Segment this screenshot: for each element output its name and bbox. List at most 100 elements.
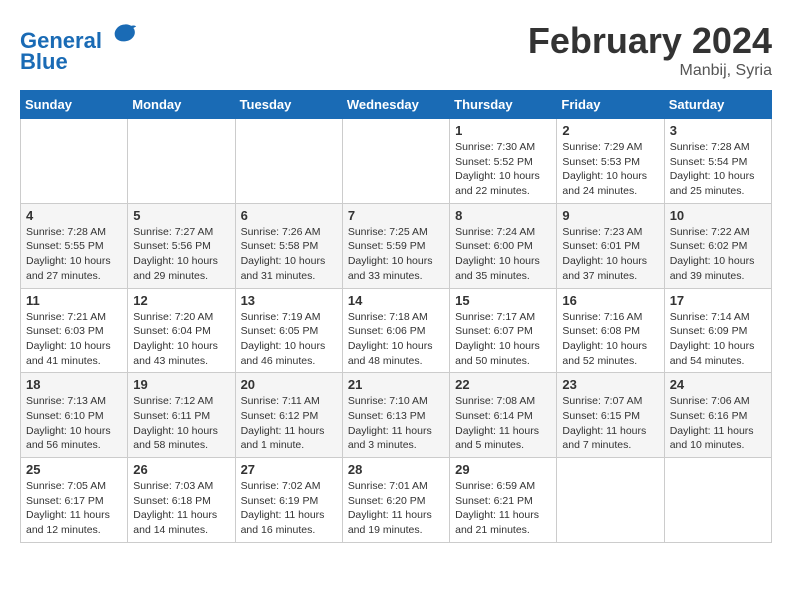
day-number: 2	[562, 123, 658, 138]
day-number: 15	[455, 293, 551, 308]
calendar-table: SundayMondayTuesdayWednesdayThursdayFrid…	[20, 90, 772, 543]
calendar-day-cell: 4 Sunrise: 7:28 AM Sunset: 5:55 PM Daylig…	[21, 203, 128, 288]
calendar-day-cell: 2 Sunrise: 7:29 AM Sunset: 5:53 PM Daylig…	[557, 119, 664, 204]
day-info: Sunrise: 7:14 AM Sunset: 6:09 PM Dayligh…	[670, 310, 766, 369]
day-info: Sunrise: 7:01 AM Sunset: 6:20 PM Dayligh…	[348, 479, 444, 538]
calendar-day-cell: 11 Sunrise: 7:21 AM Sunset: 6:03 PM Dayli…	[21, 288, 128, 373]
day-number: 22	[455, 377, 551, 392]
calendar-day-cell: 5 Sunrise: 7:27 AM Sunset: 5:56 PM Daylig…	[128, 203, 235, 288]
day-info: Sunrise: 7:28 AM Sunset: 5:54 PM Dayligh…	[670, 140, 766, 199]
day-info: Sunrise: 7:22 AM Sunset: 6:02 PM Dayligh…	[670, 225, 766, 284]
day-info: Sunrise: 7:05 AM Sunset: 6:17 PM Dayligh…	[26, 479, 122, 538]
day-number: 9	[562, 208, 658, 223]
calendar-day-cell: 13 Sunrise: 7:19 AM Sunset: 6:05 PM Dayli…	[235, 288, 342, 373]
day-number: 14	[348, 293, 444, 308]
day-info: Sunrise: 7:23 AM Sunset: 6:01 PM Dayligh…	[562, 225, 658, 284]
calendar-body: 1 Sunrise: 7:30 AM Sunset: 5:52 PM Daylig…	[21, 119, 772, 543]
day-number: 4	[26, 208, 122, 223]
day-info: Sunrise: 7:06 AM Sunset: 6:16 PM Dayligh…	[670, 394, 766, 453]
calendar-day-cell: 14 Sunrise: 7:18 AM Sunset: 6:06 PM Dayli…	[342, 288, 449, 373]
calendar-day-cell	[235, 119, 342, 204]
day-info: Sunrise: 7:25 AM Sunset: 5:59 PM Dayligh…	[348, 225, 444, 284]
weekday-header-row: SundayMondayTuesdayWednesdayThursdayFrid…	[21, 91, 772, 119]
day-info: Sunrise: 7:16 AM Sunset: 6:08 PM Dayligh…	[562, 310, 658, 369]
day-info: Sunrise: 7:29 AM Sunset: 5:53 PM Dayligh…	[562, 140, 658, 199]
day-info: Sunrise: 7:08 AM Sunset: 6:14 PM Dayligh…	[455, 394, 551, 453]
day-number: 19	[133, 377, 229, 392]
calendar-day-cell: 26 Sunrise: 7:03 AM Sunset: 6:18 PM Dayli…	[128, 458, 235, 543]
calendar-week-row: 4 Sunrise: 7:28 AM Sunset: 5:55 PM Daylig…	[21, 203, 772, 288]
calendar-day-cell: 9 Sunrise: 7:23 AM Sunset: 6:01 PM Daylig…	[557, 203, 664, 288]
day-info: Sunrise: 7:12 AM Sunset: 6:11 PM Dayligh…	[133, 394, 229, 453]
calendar-week-row: 25 Sunrise: 7:05 AM Sunset: 6:17 PM Dayli…	[21, 458, 772, 543]
day-info: Sunrise: 7:21 AM Sunset: 6:03 PM Dayligh…	[26, 310, 122, 369]
day-info: Sunrise: 7:13 AM Sunset: 6:10 PM Dayligh…	[26, 394, 122, 453]
day-info: Sunrise: 7:17 AM Sunset: 6:07 PM Dayligh…	[455, 310, 551, 369]
logo-bird-icon	[110, 20, 138, 48]
calendar-day-cell: 24 Sunrise: 7:06 AM Sunset: 6:16 PM Dayli…	[664, 373, 771, 458]
calendar-day-cell: 8 Sunrise: 7:24 AM Sunset: 6:00 PM Daylig…	[450, 203, 557, 288]
day-info: Sunrise: 7:18 AM Sunset: 6:06 PM Dayligh…	[348, 310, 444, 369]
day-number: 1	[455, 123, 551, 138]
calendar-day-cell	[128, 119, 235, 204]
day-number: 11	[26, 293, 122, 308]
calendar-day-cell: 27 Sunrise: 7:02 AM Sunset: 6:19 PM Dayli…	[235, 458, 342, 543]
logo: General Blue	[20, 20, 138, 75]
title-block: February 2024 Manbij, Syria	[528, 20, 772, 80]
day-info: Sunrise: 7:30 AM Sunset: 5:52 PM Dayligh…	[455, 140, 551, 199]
day-number: 8	[455, 208, 551, 223]
calendar-day-cell	[342, 119, 449, 204]
weekday-header-cell: Wednesday	[342, 91, 449, 119]
day-number: 21	[348, 377, 444, 392]
calendar-day-cell: 28 Sunrise: 7:01 AM Sunset: 6:20 PM Dayli…	[342, 458, 449, 543]
day-number: 12	[133, 293, 229, 308]
day-info: Sunrise: 7:02 AM Sunset: 6:19 PM Dayligh…	[241, 479, 337, 538]
weekday-header-cell: Thursday	[450, 91, 557, 119]
day-info: Sunrise: 7:11 AM Sunset: 6:12 PM Dayligh…	[241, 394, 337, 453]
day-number: 5	[133, 208, 229, 223]
day-info: Sunrise: 7:19 AM Sunset: 6:05 PM Dayligh…	[241, 310, 337, 369]
day-number: 20	[241, 377, 337, 392]
calendar-day-cell: 16 Sunrise: 7:16 AM Sunset: 6:08 PM Dayli…	[557, 288, 664, 373]
calendar-day-cell: 18 Sunrise: 7:13 AM Sunset: 6:10 PM Dayli…	[21, 373, 128, 458]
day-info: Sunrise: 7:03 AM Sunset: 6:18 PM Dayligh…	[133, 479, 229, 538]
day-number: 27	[241, 462, 337, 477]
calendar-week-row: 1 Sunrise: 7:30 AM Sunset: 5:52 PM Daylig…	[21, 119, 772, 204]
day-number: 10	[670, 208, 766, 223]
calendar-day-cell	[664, 458, 771, 543]
location: Manbij, Syria	[528, 62, 772, 80]
day-number: 28	[348, 462, 444, 477]
calendar-day-cell: 7 Sunrise: 7:25 AM Sunset: 5:59 PM Daylig…	[342, 203, 449, 288]
day-info: Sunrise: 7:10 AM Sunset: 6:13 PM Dayligh…	[348, 394, 444, 453]
day-info: Sunrise: 7:20 AM Sunset: 6:04 PM Dayligh…	[133, 310, 229, 369]
day-number: 16	[562, 293, 658, 308]
day-info: Sunrise: 7:07 AM Sunset: 6:15 PM Dayligh…	[562, 394, 658, 453]
calendar-day-cell: 12 Sunrise: 7:20 AM Sunset: 6:04 PM Dayli…	[128, 288, 235, 373]
day-number: 23	[562, 377, 658, 392]
day-number: 26	[133, 462, 229, 477]
calendar-day-cell: 20 Sunrise: 7:11 AM Sunset: 6:12 PM Dayli…	[235, 373, 342, 458]
weekday-header-cell: Monday	[128, 91, 235, 119]
day-number: 25	[26, 462, 122, 477]
weekday-header-cell: Friday	[557, 91, 664, 119]
day-number: 6	[241, 208, 337, 223]
day-number: 18	[26, 377, 122, 392]
day-number: 24	[670, 377, 766, 392]
day-info: Sunrise: 7:28 AM Sunset: 5:55 PM Dayligh…	[26, 225, 122, 284]
day-number: 17	[670, 293, 766, 308]
calendar-week-row: 18 Sunrise: 7:13 AM Sunset: 6:10 PM Dayli…	[21, 373, 772, 458]
day-number: 7	[348, 208, 444, 223]
weekday-header-cell: Sunday	[21, 91, 128, 119]
day-number: 13	[241, 293, 337, 308]
month-title: February 2024	[528, 20, 772, 62]
calendar-day-cell: 15 Sunrise: 7:17 AM Sunset: 6:07 PM Dayli…	[450, 288, 557, 373]
calendar-day-cell	[21, 119, 128, 204]
day-info: Sunrise: 7:24 AM Sunset: 6:00 PM Dayligh…	[455, 225, 551, 284]
day-number: 29	[455, 462, 551, 477]
day-info: Sunrise: 7:27 AM Sunset: 5:56 PM Dayligh…	[133, 225, 229, 284]
day-info: Sunrise: 6:59 AM Sunset: 6:21 PM Dayligh…	[455, 479, 551, 538]
day-number: 3	[670, 123, 766, 138]
calendar-day-cell: 25 Sunrise: 7:05 AM Sunset: 6:17 PM Dayli…	[21, 458, 128, 543]
day-info: Sunrise: 7:26 AM Sunset: 5:58 PM Dayligh…	[241, 225, 337, 284]
calendar-day-cell: 1 Sunrise: 7:30 AM Sunset: 5:52 PM Daylig…	[450, 119, 557, 204]
